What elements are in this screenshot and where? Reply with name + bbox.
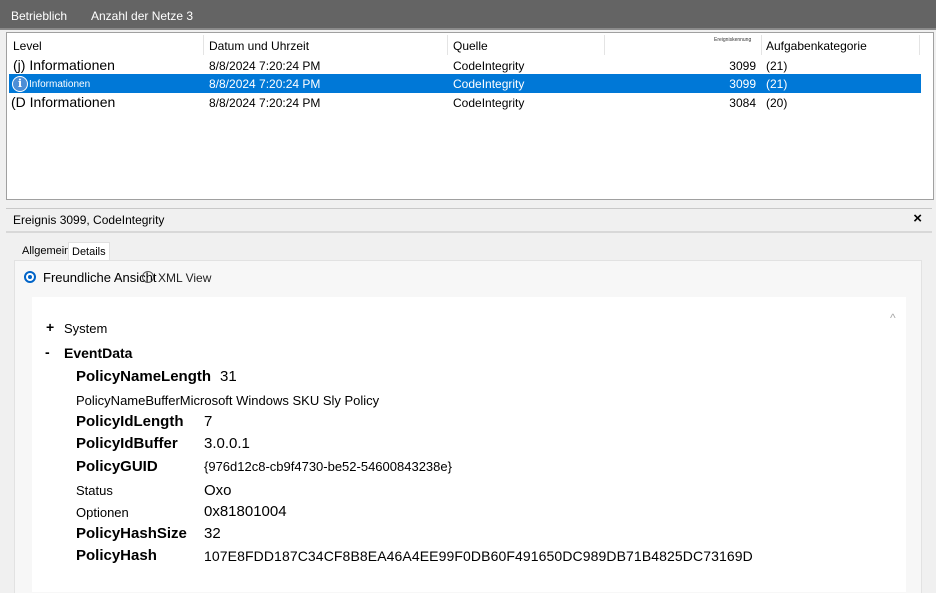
xml-view-label[interactable]: XML View xyxy=(158,271,211,285)
event-category: (21) xyxy=(766,59,788,73)
column-separator[interactable] xyxy=(761,35,762,55)
radio-friendly-view[interactable] xyxy=(24,271,36,283)
log-tab-strip: Betrieblich Anzahl der Netze 3 xyxy=(0,0,936,30)
field-key: PolicyIdLength xyxy=(76,413,184,430)
event-row-selected[interactable]: i Informationen 8/8/2024 7:20:24 PM Code… xyxy=(9,74,921,93)
column-category[interactable]: Aufgabenkategorie xyxy=(766,39,867,53)
radio-xml-view[interactable] xyxy=(142,271,154,283)
field-value: 7 xyxy=(204,413,213,430)
field-key: PolicyNameBufferMicrosoft Windows SKU Sl… xyxy=(76,393,380,408)
scroll-up-icon[interactable]: ^ xyxy=(890,311,896,325)
field-value: 3.0.0.1 xyxy=(204,435,250,452)
friendly-view-label[interactable]: Freundliche Ansicht xyxy=(43,270,156,285)
field-value: 31 xyxy=(220,368,237,385)
column-separator[interactable] xyxy=(919,35,920,55)
event-datetime: 8/8/2024 7:20:24 PM xyxy=(209,96,321,110)
field-key: Optionen xyxy=(76,505,129,520)
event-detail-title: Ereignis 3099, CodeIntegrity xyxy=(13,213,165,227)
close-icon[interactable]: × xyxy=(913,210,922,227)
field-key: PolicyHashSize xyxy=(76,525,187,542)
field-key: PolicyGUID xyxy=(76,458,158,475)
tree-node-eventdata[interactable]: EventData xyxy=(64,345,132,361)
column-level[interactable]: Level xyxy=(13,39,42,53)
event-row[interactable]: (j) Informationen 8/8/2024 7:20:24 PM Co… xyxy=(9,56,921,75)
field-key: PolicyIdBuffer xyxy=(76,435,178,452)
event-id: 3099 xyxy=(729,77,756,91)
field-key: PolicyHash xyxy=(76,547,157,564)
column-datetime[interactable]: Datum und Uhrzeit xyxy=(209,39,309,53)
event-detail-header: Ereignis 3099, CodeIntegrity × xyxy=(6,208,932,233)
field-key: Status xyxy=(76,483,113,498)
event-source: CodeIntegrity xyxy=(453,96,525,110)
event-source: CodeIntegrity xyxy=(453,59,525,73)
event-datetime: 8/8/2024 7:20:24 PM xyxy=(209,77,321,91)
event-source: CodeIntegrity xyxy=(453,77,525,91)
event-id: 3099 xyxy=(729,59,756,73)
event-row[interactable]: (D Informationen 8/8/2024 7:20:24 PM Cod… xyxy=(9,93,921,112)
event-datetime: 8/8/2024 7:20:24 PM xyxy=(209,59,321,73)
column-eventid[interactable]: Ereigniskennung xyxy=(714,37,751,43)
field-key: PolicyNameLength xyxy=(76,368,212,385)
field-value: 32 xyxy=(204,525,221,542)
field-value: {976d12c8-cb9f4730-be52-54600843238e} xyxy=(204,459,452,474)
event-level: (D Informationen xyxy=(11,94,116,110)
field-value: Oxo xyxy=(204,482,232,499)
collapse-icon[interactable]: - xyxy=(45,344,50,360)
event-category: (20) xyxy=(766,96,788,110)
info-icon: i xyxy=(12,76,28,92)
tree-node-system[interactable]: System xyxy=(64,321,107,336)
event-list: Level Datum und Uhrzeit Quelle Ereignisk… xyxy=(6,32,934,200)
field-value: 107E8FDD187C34CF8B8EA46A4EE99F0DB60F4916… xyxy=(204,548,753,564)
field-value: 0x81801004 xyxy=(204,503,287,520)
column-separator[interactable] xyxy=(203,35,204,55)
event-id: 3084 xyxy=(729,96,756,110)
expand-icon[interactable]: + xyxy=(46,319,54,335)
column-separator[interactable] xyxy=(447,35,448,55)
column-source[interactable]: Quelle xyxy=(453,39,488,53)
event-category: (21) xyxy=(766,77,788,91)
tab-betrieblich[interactable]: Betrieblich xyxy=(11,9,67,23)
event-level: Informationen xyxy=(29,79,91,90)
column-separator[interactable] xyxy=(604,35,605,55)
tab-anzahl-der-netze[interactable]: Anzahl der Netze 3 xyxy=(91,9,193,23)
event-list-header: Level Datum und Uhrzeit Quelle Ereignisk… xyxy=(7,33,933,55)
event-level: (j) Informationen xyxy=(13,57,115,73)
tab-details[interactable]: Details xyxy=(68,242,110,261)
tab-allgemein[interactable]: Allgemein xyxy=(19,242,73,260)
